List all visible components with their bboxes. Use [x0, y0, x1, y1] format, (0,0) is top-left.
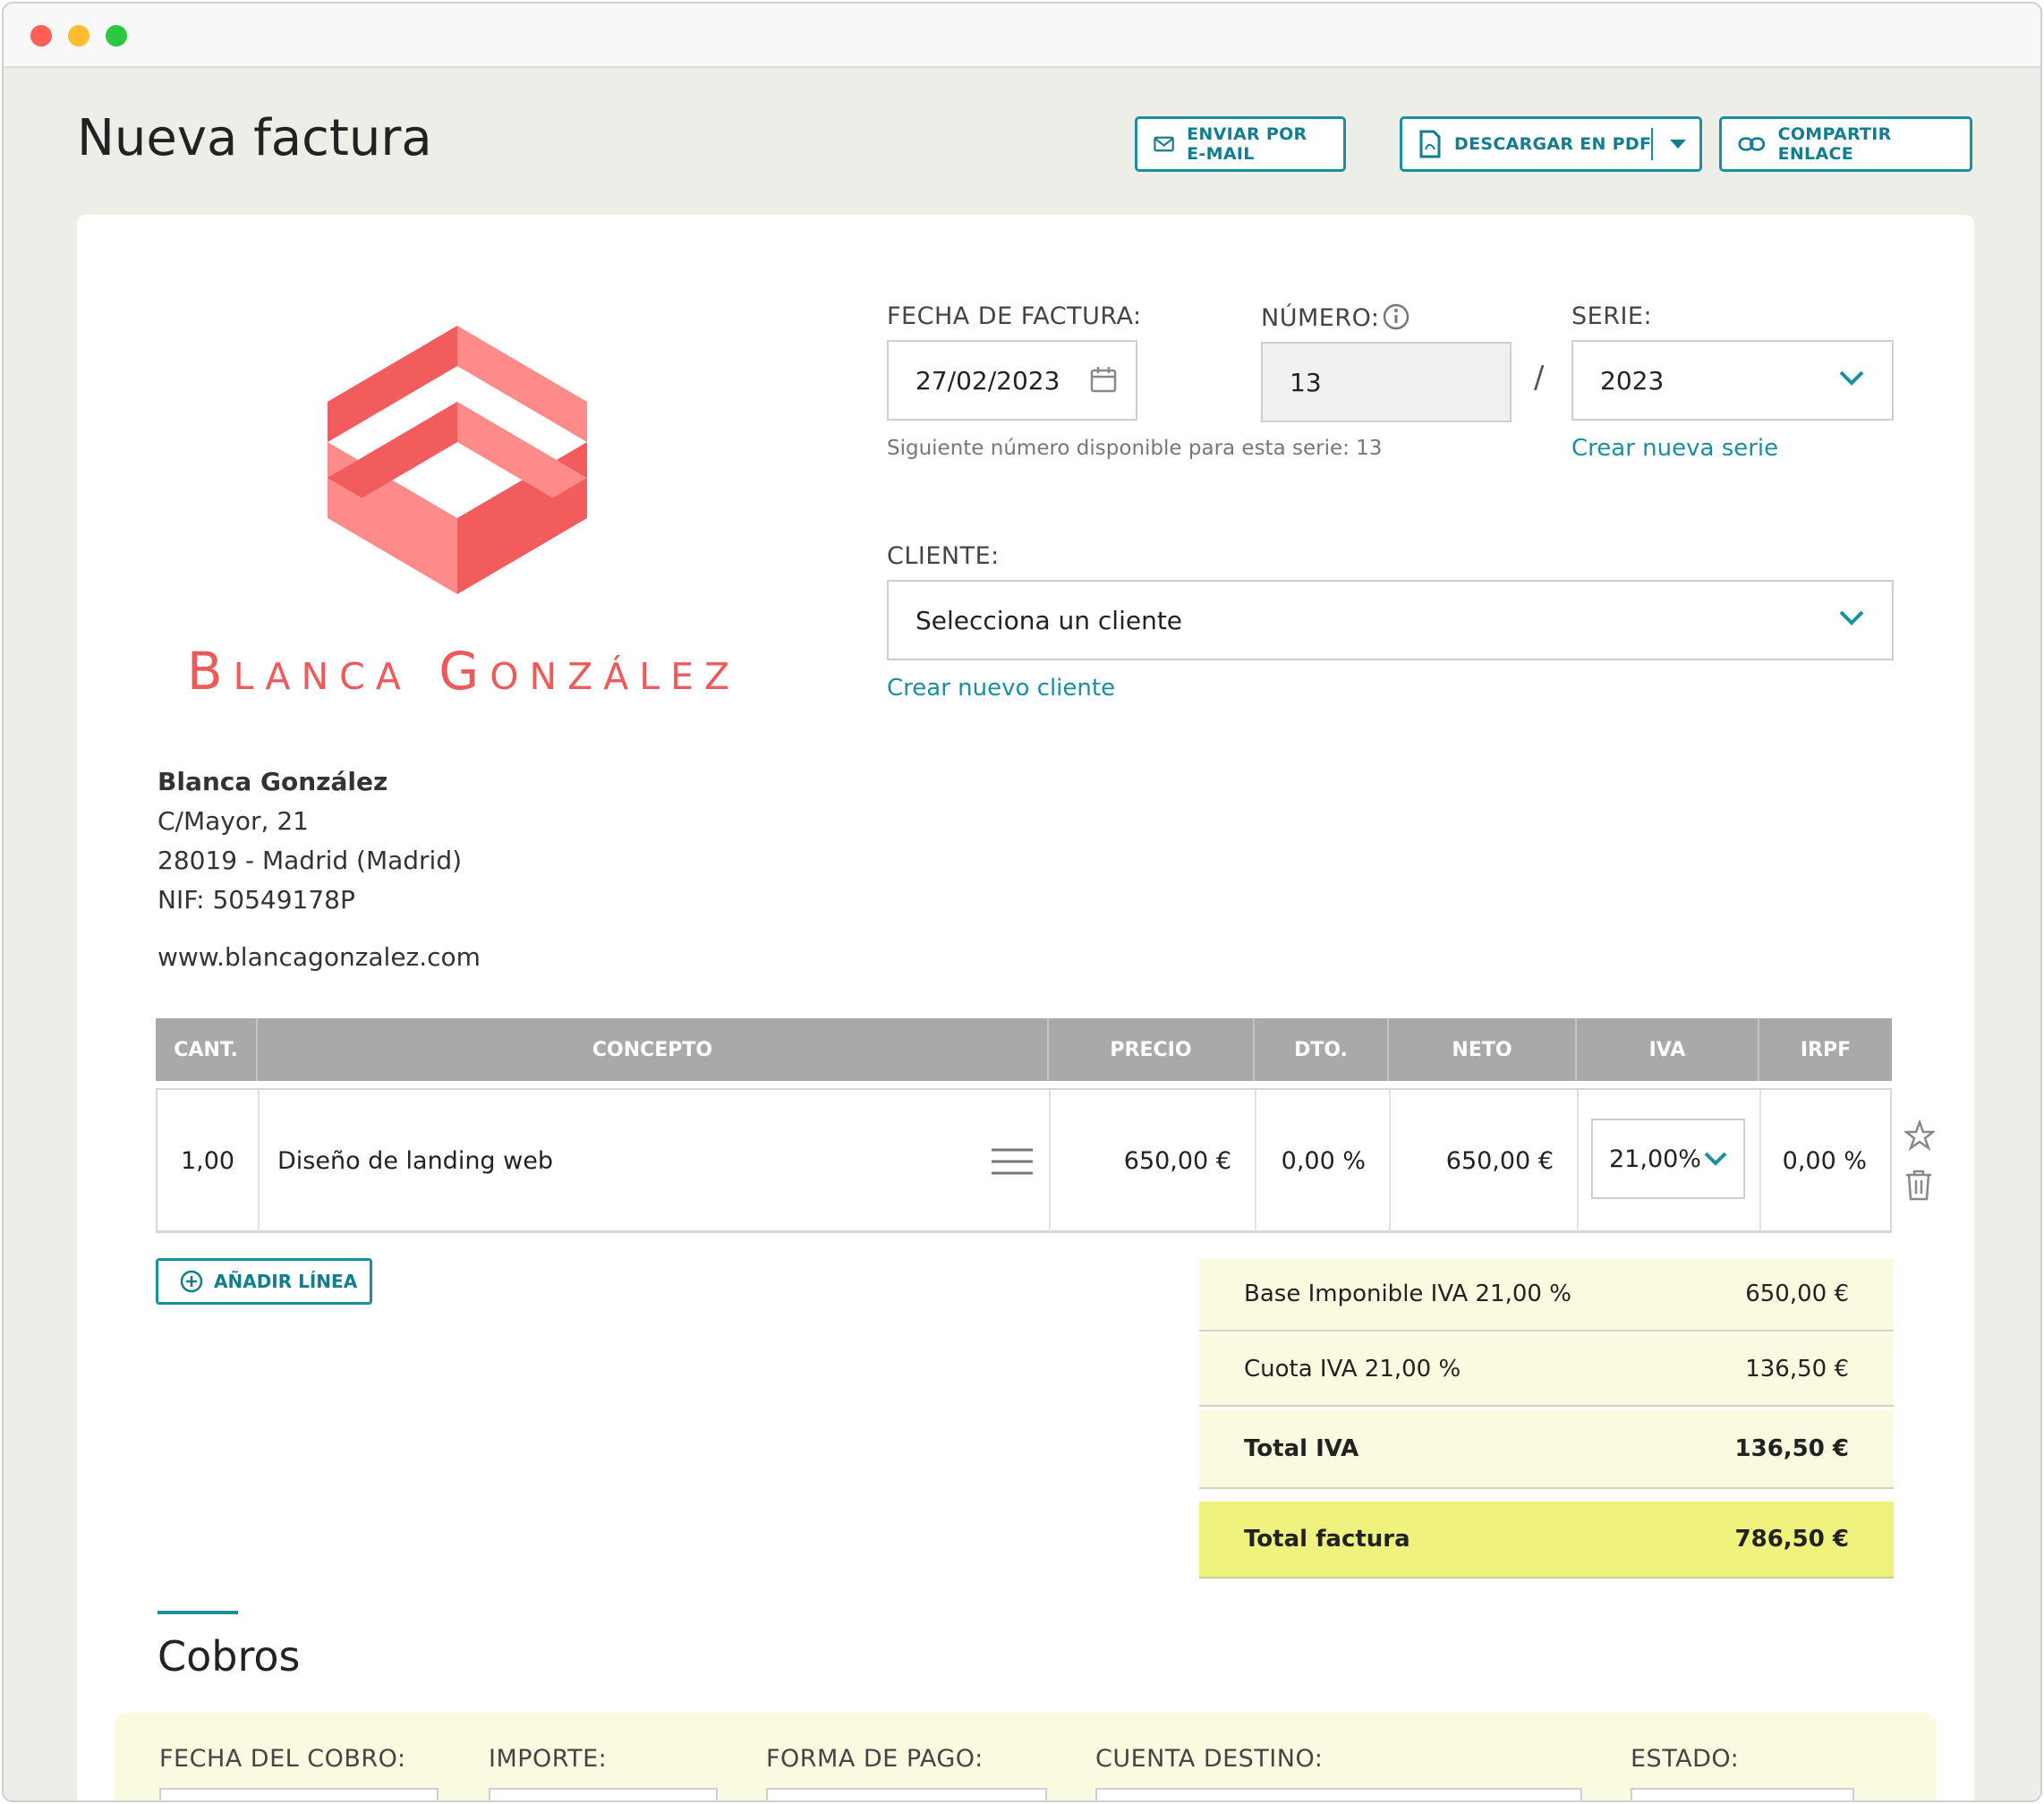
cobro-amount-input[interactable]	[489, 1788, 718, 1800]
invoice-number-help: Siguiente número disponible para esta se…	[887, 437, 1383, 460]
title-bar	[4, 4, 2040, 68]
plus-circle-icon	[180, 1270, 203, 1293]
envelope-icon	[1154, 136, 1174, 152]
brand-name: Blanca González	[186, 641, 741, 702]
invoice-date-input[interactable]: 27/02/2023	[887, 340, 1137, 421]
totals-row-grand: Total factura 786,50 €	[1199, 1502, 1894, 1578]
iva-value: 21,00%	[1609, 1145, 1701, 1173]
invoice-number-value: 13	[1290, 367, 1322, 397]
column-header-concept: CONCEPTO	[258, 1018, 1049, 1081]
brand-logo	[328, 326, 587, 594]
cobro-status-select[interactable]	[1631, 1788, 1854, 1800]
app-window: Nueva factura ENVIAR POR E-MAIL DESCARGA…	[2, 2, 2042, 1802]
totals-row-base: Base Imponible IVA 21,00 % 650,00 €	[1199, 1258, 1894, 1332]
share-link-label: COMPARTIR ENLACE	[1777, 124, 1892, 164]
issuer-web: www.blancagonzalez.com	[158, 942, 481, 972]
send-email-button[interactable]: ENVIAR POR E-MAIL	[1135, 116, 1346, 172]
create-series-link[interactable]: Crear nueva serie	[1571, 435, 1778, 462]
client-select[interactable]: Selecciona un cliente	[887, 580, 1894, 660]
series-select[interactable]: 2023	[1571, 340, 1894, 421]
column-header-price: PRECIO	[1049, 1018, 1255, 1081]
link-icon	[1738, 137, 1766, 151]
totals-iva-value: 136,50 €	[1734, 1435, 1849, 1462]
chevron-down-icon	[1704, 1152, 1727, 1166]
irpf-cell[interactable]: 0,00 %	[1761, 1090, 1890, 1231]
button-divider	[1651, 128, 1653, 160]
totals-quota-label: Cuota IVA 21,00 %	[1244, 1356, 1461, 1383]
table-header: CANT. CONCEPTO PRECIO DTO. NETO IVA IRPF	[156, 1018, 1892, 1081]
star-icon[interactable]	[1904, 1120, 1935, 1151]
cobros-panel: FECHA DEL COBRO: IMPORTE: FORMA DE PAGO:…	[115, 1713, 1937, 1800]
cobro-status-label: ESTADO:	[1631, 1745, 1740, 1773]
qty-cell[interactable]: 1,00	[158, 1090, 260, 1231]
share-link-button[interactable]: COMPARTIR ENLACE	[1719, 116, 1972, 172]
totals-quota-value: 136,50 €	[1745, 1356, 1849, 1383]
cobro-date-input[interactable]	[159, 1788, 439, 1800]
invoice-date-value: 27/02/2023	[916, 365, 1060, 396]
add-line-button[interactable]: AÑADIR LÍNEA	[156, 1258, 372, 1305]
download-pdf-label: DESCARGAR EN PDF	[1454, 134, 1652, 154]
totals-grand-label: Total factura	[1244, 1526, 1410, 1553]
add-line-label: AÑADIR LÍNEA	[214, 1271, 358, 1292]
series-label: SERIE:	[1571, 302, 1653, 330]
issuer-address: C/Mayor, 21	[158, 806, 309, 836]
close-window-button[interactable]	[30, 25, 52, 47]
price-cell[interactable]: 650,00 €	[1051, 1090, 1256, 1231]
totals-grand-value: 786,50 €	[1734, 1526, 1849, 1553]
minimize-window-button[interactable]	[68, 25, 89, 47]
totals-base-value: 650,00 €	[1745, 1281, 1849, 1307]
client-label: CLIENTE:	[887, 542, 1000, 570]
iva-cell: 21,00%	[1579, 1090, 1761, 1231]
column-header-iva: IVA	[1577, 1018, 1759, 1081]
cobro-payment-method-label: FORMA DE PAGO:	[766, 1745, 984, 1773]
invoice-date-label: FECHA DE FACTURA:	[887, 302, 1142, 330]
totals-base-label: Base Imponible IVA 21,00 %	[1244, 1281, 1571, 1307]
caret-down-icon[interactable]	[1669, 139, 1687, 149]
create-client-link[interactable]: Crear nuevo cliente	[887, 675, 1115, 702]
download-pdf-button[interactable]: DESCARGAR EN PDF	[1400, 116, 1702, 172]
cobro-account-select[interactable]	[1095, 1788, 1582, 1800]
drag-handle-icon[interactable]	[992, 1147, 1033, 1176]
chevron-down-icon	[1839, 370, 1864, 386]
invoice-number-label: NÚMERO:	[1261, 304, 1380, 332]
page-title: Nueva factura	[77, 109, 432, 167]
send-email-label: ENVIAR POR E-MAIL	[1187, 124, 1307, 164]
column-header-irpf: IRPF	[1800, 1038, 1852, 1061]
column-header-net: NETO	[1389, 1018, 1577, 1081]
totals-row-quota: Cuota IVA 21,00 % 136,50 €	[1199, 1333, 1894, 1407]
iva-select[interactable]: 21,00%	[1591, 1119, 1745, 1199]
cobro-date-label: FECHA DEL COBRO:	[159, 1745, 406, 1773]
issuer-details: Blanca González C/Mayor, 21 28019 - Madr…	[158, 762, 481, 977]
maximize-window-button[interactable]	[106, 25, 127, 47]
discount-cell[interactable]: 0,00 %	[1256, 1090, 1391, 1231]
cobro-amount-label: IMPORTE:	[489, 1745, 608, 1773]
issuer-nif: NIF: 50549178P	[158, 885, 355, 915]
column-header-qty: CANT.	[156, 1018, 258, 1081]
totals-row-iva: Total IVA 136,50 €	[1199, 1410, 1894, 1489]
invoice-number-input[interactable]: 13	[1261, 342, 1512, 422]
section-accent-bar	[158, 1611, 238, 1614]
info-icon[interactable]	[1382, 302, 1410, 331]
issuer-name: Blanca González	[158, 767, 388, 796]
series-value: 2023	[1600, 365, 1665, 396]
trash-icon[interactable]	[1904, 1169, 1933, 1201]
number-series-separator: /	[1534, 360, 1545, 396]
chevron-down-icon	[1839, 610, 1864, 625]
cobro-account-label: CUENTA DESTINO:	[1095, 1745, 1324, 1773]
concept-text: Diseño de landing web	[277, 1146, 553, 1175]
cobro-payment-method-select[interactable]	[766, 1788, 1047, 1800]
concept-cell[interactable]: Diseño de landing web	[260, 1090, 1051, 1231]
totals-iva-label: Total IVA	[1244, 1435, 1359, 1462]
issuer-city: 28019 - Madrid (Madrid)	[158, 846, 463, 875]
net-cell: 650,00 €	[1391, 1090, 1579, 1231]
client-placeholder: Selecciona un cliente	[916, 605, 1183, 635]
cobros-section-title: Cobros	[158, 1632, 301, 1681]
calendar-icon[interactable]	[1089, 365, 1118, 394]
pdf-file-icon	[1419, 130, 1441, 158]
table-row: 1,00 Diseño de landing web 650,00 € 0,00…	[156, 1088, 1892, 1233]
column-header-discount: DTO.	[1255, 1018, 1389, 1081]
